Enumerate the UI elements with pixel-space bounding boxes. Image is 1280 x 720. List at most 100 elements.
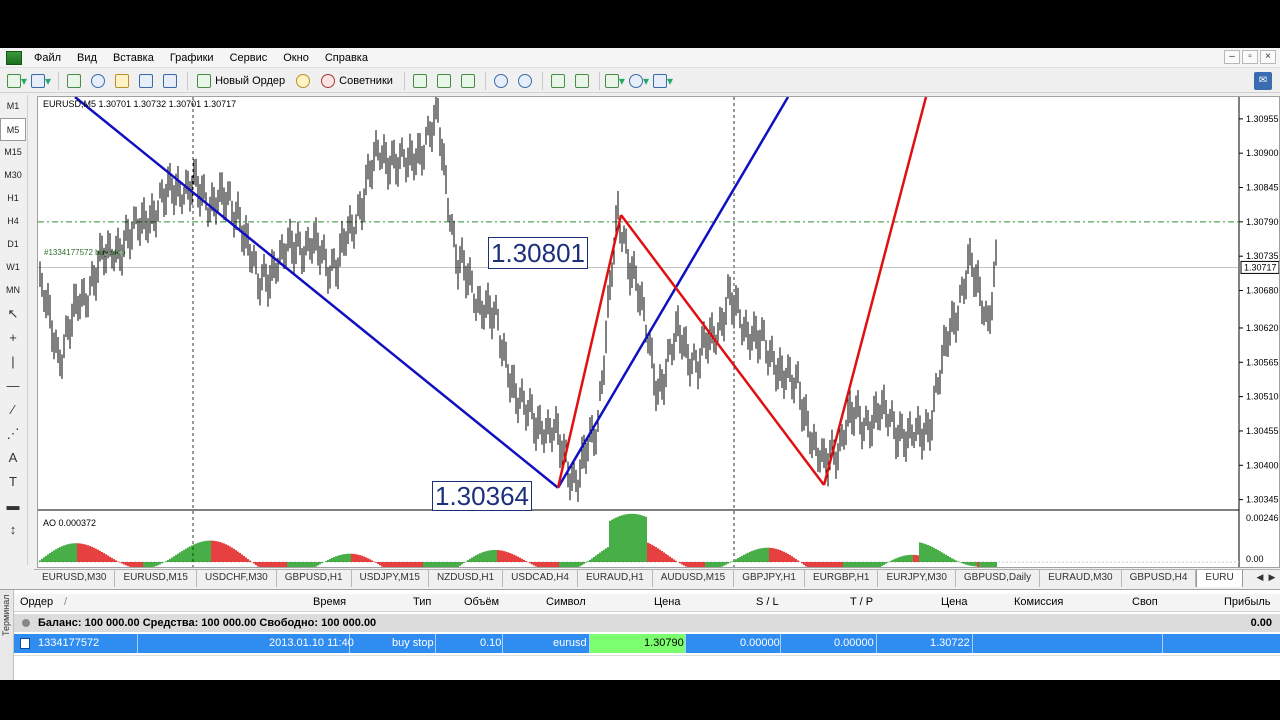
metaeditor-button[interactable]	[292, 71, 314, 91]
autoscroll-button[interactable]	[547, 71, 569, 91]
text-tool-icon[interactable]: A	[0, 446, 26, 470]
profiles-icon	[31, 73, 46, 88]
menu-window[interactable]: Окно	[275, 52, 317, 64]
help-icon[interactable]: ✉	[1254, 72, 1272, 90]
chart-tab[interactable]: GBPUSD,H4	[1122, 570, 1197, 587]
timeframe-w1[interactable]: W1	[0, 256, 26, 279]
chart-tab[interactable]: NZDUSD,H1	[429, 570, 504, 587]
chart-tab[interactable]: EURUSD,M15	[115, 570, 197, 587]
tab-scroll-right-icon[interactable]: ▶	[1266, 572, 1278, 586]
price-tick-label: 1.30735	[1246, 251, 1279, 261]
zoom-in-button[interactable]	[490, 71, 512, 91]
arrows-tool-icon[interactable]: ↕	[0, 518, 26, 542]
templates-button[interactable]: ▾	[652, 71, 674, 91]
left-toolbar: M1 M5 M15 M30 H1 H4 D1 W1 MN ↖ + | — ⁄ ⋰…	[0, 95, 28, 565]
menu-file[interactable]: Файл	[26, 52, 69, 64]
terminal-side-tab[interactable]: Терминал	[0, 590, 14, 680]
channel-icon[interactable]: ⋰	[0, 422, 26, 446]
col-swap[interactable]: Своп	[1132, 596, 1158, 608]
minimize-button[interactable]: –	[1224, 50, 1240, 64]
close-button[interactable]: ×	[1260, 50, 1276, 64]
timeframe-m1[interactable]: M1	[0, 95, 26, 118]
col-order[interactable]: Ордер	[20, 596, 53, 608]
chart-tab-active[interactable]: EURU	[1196, 570, 1243, 587]
chart-tab[interactable]: GBPUSD,Daily	[956, 570, 1041, 587]
clock-icon	[628, 73, 643, 88]
col-price[interactable]: Цена	[654, 596, 680, 608]
zoom-in-icon	[493, 73, 508, 88]
col-symbol[interactable]: Символ	[546, 596, 586, 608]
new-order-button[interactable]: Новый Ордер	[192, 71, 290, 91]
menu-charts[interactable]: Графики	[162, 52, 222, 64]
periods-button[interactable]: ▾	[628, 71, 650, 91]
col-tp[interactable]: T / P	[850, 596, 873, 608]
chart-tab[interactable]: EURAUD,H1	[578, 570, 653, 587]
timeframe-h1[interactable]: H1	[0, 187, 26, 210]
chart-tab[interactable]: EURAUD,M30	[1040, 570, 1122, 587]
tester-button[interactable]	[159, 71, 181, 91]
chart-shift-button[interactable]	[571, 71, 593, 91]
new-chart-button[interactable]: ▾	[6, 71, 28, 91]
bar-chart-button[interactable]	[409, 71, 431, 91]
col-type[interactable]: Тип	[413, 596, 431, 608]
chart-tab[interactable]: EURJPY,M30	[878, 570, 956, 587]
market-watch-button[interactable]	[63, 71, 85, 91]
order-current-price: 1.30722	[930, 637, 970, 649]
label-tool-icon[interactable]: T	[0, 470, 26, 494]
empty-row	[14, 655, 1280, 667]
tab-scroll-left-icon[interactable]: ◀	[1254, 572, 1266, 586]
price-tick-label: 1.30455	[1246, 426, 1279, 436]
candles-button[interactable]	[433, 71, 455, 91]
order-row[interactable]: 1334177572 2013.01.10 11:40 buy stop 0.1…	[14, 634, 1280, 653]
price-chart[interactable]: 1.30955 1.30900 1.30845 1.30790 1.30735 1.306…	[38, 97, 1279, 567]
advisors-button[interactable]: Советники	[316, 71, 398, 91]
profiles-button[interactable]: ▾	[30, 71, 52, 91]
new-order-label: Новый Ордер	[215, 74, 286, 87]
restore-button[interactable]: ▫	[1242, 50, 1258, 64]
chart-tab[interactable]: AUDUSD,M15	[653, 570, 735, 587]
data-window-button[interactable]	[87, 71, 109, 91]
symbol-tabs: EURUSD,M30 EURUSD,M15 USDCHF,M30 GBPUSD,…	[34, 569, 1280, 587]
timeframe-m15[interactable]: M15	[0, 141, 26, 164]
timeframe-mn[interactable]: MN	[0, 279, 26, 302]
navigator-button[interactable]	[111, 71, 133, 91]
terminal-button[interactable]	[135, 71, 157, 91]
chart-window[interactable]: 1.30955 1.30900 1.30845 1.30790 1.30735 1.306…	[37, 96, 1280, 568]
col-volume[interactable]: Объём	[464, 596, 499, 608]
menu-view[interactable]: Вид	[69, 52, 105, 64]
col-sl[interactable]: S / L	[756, 596, 779, 608]
timeframe-m5[interactable]: M5	[0, 118, 26, 141]
menu-insert[interactable]: Вставка	[105, 52, 162, 64]
chart-tab[interactable]: EURGBP,H1	[805, 570, 879, 587]
menu-help[interactable]: Справка	[317, 52, 376, 64]
crosshair-tool-icon[interactable]: +	[0, 326, 26, 350]
chart-header: EURUSD,M5 1.30701 1.30732 1.30701 1.3071…	[43, 99, 237, 109]
line-chart-button[interactable]	[457, 71, 479, 91]
timeframe-h4[interactable]: H4	[0, 210, 26, 233]
chart-tab[interactable]: EURUSD,M30	[34, 570, 116, 587]
indicators-button[interactable]: ▾	[604, 71, 626, 91]
col-profit[interactable]: Прибыль	[1224, 596, 1271, 608]
col-current-price[interactable]: Цена	[941, 596, 967, 608]
chart-tab[interactable]: USDCAD,H4	[503, 570, 578, 587]
trendline-icon[interactable]: ⁄	[0, 398, 26, 422]
column-divider	[589, 634, 590, 653]
chart-tab[interactable]: GBPJPY,H1	[734, 570, 805, 587]
menu-tools[interactable]: Сервис	[222, 52, 276, 64]
horizontal-line-icon[interactable]: —	[0, 374, 26, 398]
chart-tab[interactable]: USDJPY,M15	[352, 570, 429, 587]
chart-tab[interactable]: USDCHF,M30	[197, 570, 277, 587]
col-time[interactable]: Время	[313, 596, 346, 608]
col-sort[interactable]: /	[64, 596, 67, 608]
vertical-line-icon[interactable]: |	[0, 350, 26, 374]
chart-tab[interactable]: GBPUSD,H1	[277, 570, 352, 587]
col-commission[interactable]: Комиссия	[1014, 596, 1063, 608]
current-price-label: 1.30717	[1244, 262, 1277, 272]
timeframe-d1[interactable]: D1	[0, 233, 26, 256]
order-volume: 0.10	[480, 637, 502, 649]
cursor-tool-icon[interactable]: ↖	[0, 302, 26, 326]
new-chart-icon	[7, 73, 21, 88]
zoom-out-button[interactable]	[514, 71, 536, 91]
timeframe-m30[interactable]: M30	[0, 164, 26, 187]
rectangle-tool-icon[interactable]: ▬	[0, 494, 26, 518]
